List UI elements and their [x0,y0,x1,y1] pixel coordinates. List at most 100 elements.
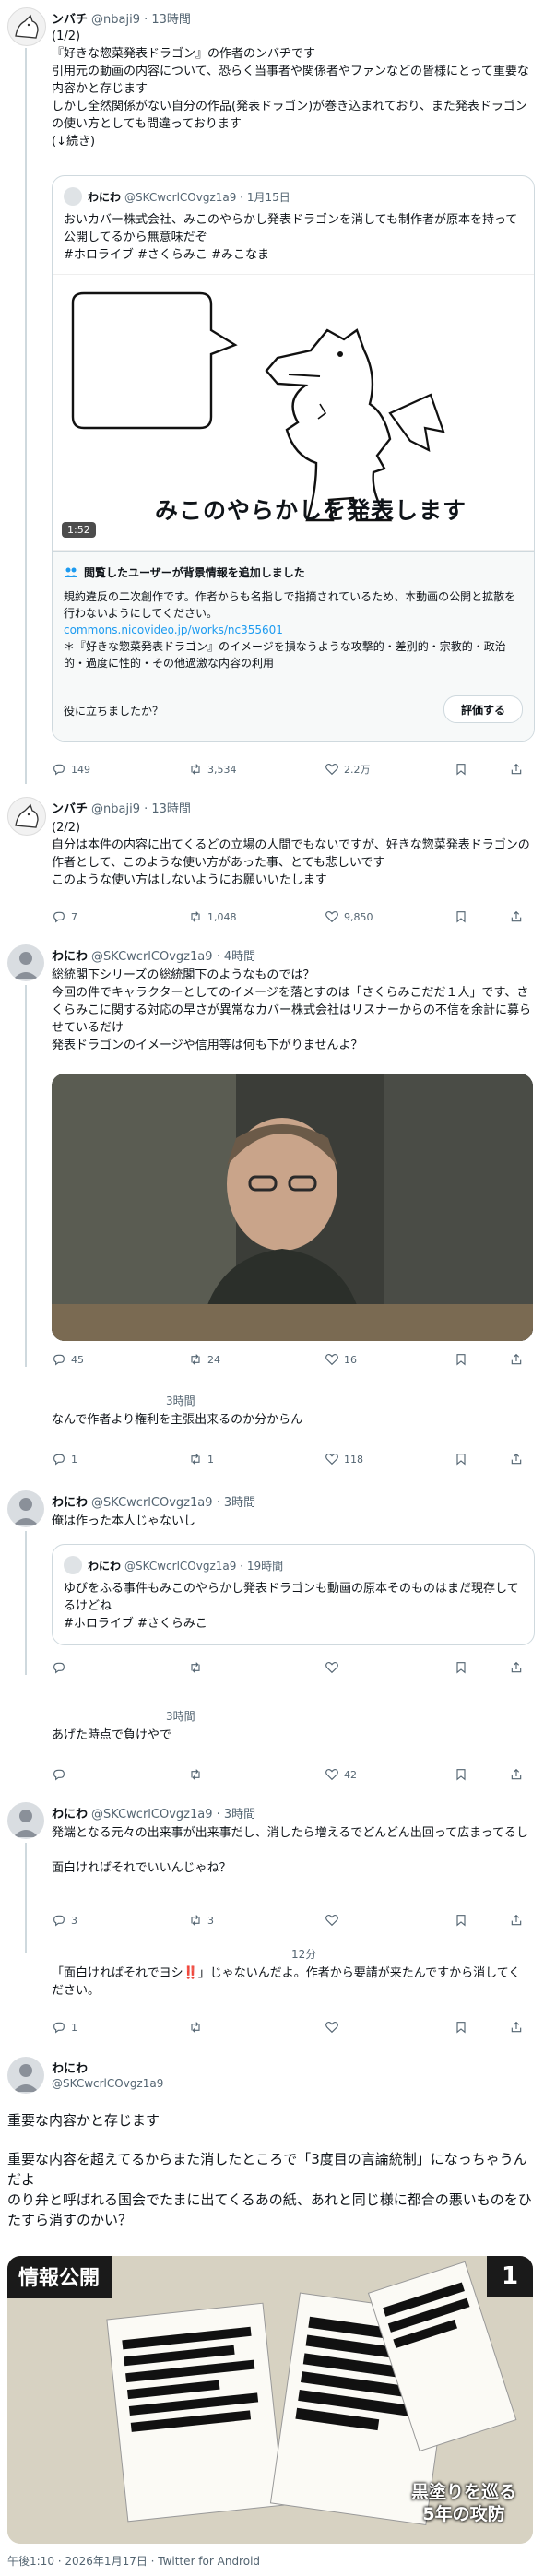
bookmark-button[interactable] [454,2020,468,2035]
dragon-avatar-icon [15,14,39,39]
quote-text: おいカバー株式会社、みこのやらかし発表ドラゴンを消しても制作者が原本を持って公開… [64,213,518,262]
retweet-icon [191,1769,200,1780]
tweet-photo[interactable] [52,1074,533,1341]
like-count: 2.2万 [344,764,371,776]
share-button[interactable] [509,1352,524,1367]
quoted-tweet[interactable]: わにわ @SKCwcrlCOvgz1a9 · 19時間 ゆびをふる事件もみこのやら… [52,1544,535,1645]
share-icon [511,1914,522,1926]
author-name[interactable]: わにわ [52,1496,88,1510]
reply-button[interactable]: 3 [52,1913,77,1928]
bookmark-button[interactable] [454,1767,468,1782]
like-button[interactable]: 16 [325,1352,357,1367]
like-button[interactable]: 9,850 [325,909,373,924]
photo-caption-line: 5年の攻防 [422,2504,505,2524]
bookmark-button[interactable] [454,909,468,924]
retweet-count: 1 [207,1453,214,1466]
avatar[interactable] [7,1802,44,1839]
avatar[interactable] [7,797,46,836]
info-badge: 情報公開 [7,2256,113,2298]
tweet-time[interactable]: 3時間 [166,1708,195,1724]
heart-icon [325,1915,338,1927]
avatar[interactable] [7,1490,44,1527]
heart-icon [325,1454,338,1466]
tweet-time[interactable]: 12分 [291,1946,316,1962]
like-button[interactable]: 118 [325,1452,363,1466]
bookmark-button[interactable] [454,1913,468,1928]
rate-button[interactable]: 評価する [443,695,523,723]
like-button[interactable] [325,2020,344,2035]
reply-button[interactable]: 7 [52,909,77,924]
author-handle-time[interactable]: @SKCwcrlCOvgz1a9 · 4時間 [91,950,255,964]
like-button[interactable] [325,1660,344,1675]
quote-author-name: わにわ [88,191,122,204]
share-button[interactable] [509,909,524,924]
bookmark-button[interactable] [454,1660,468,1675]
avatar[interactable] [7,944,44,981]
quote-handle-time: @SKCwcrlCOvgz1a9 · 19時間 [124,1560,284,1573]
author-handle-time[interactable]: @SKCwcrlCOvgz1a9 · 3時間 [91,1808,255,1822]
tweet-timestamp-footer[interactable]: 午後1:10 · 2026年1月17日 · Twitter for Androi… [7,2553,260,2569]
retweet-button[interactable] [188,1660,207,1675]
reply-icon [53,764,65,776]
avatar[interactable] [7,7,46,46]
photo-caption-line: 黒塗りを巡る [410,2482,516,2502]
reply-icon [53,1769,65,1781]
author-name[interactable]: わにわ [52,1808,88,1822]
tweet-header: わにわ @SKCwcrlCOvgz1a9 · 4時間 [52,946,255,964]
quote-handle-time: @SKCwcrlCOvgz1a9 · 1月15日 [124,191,290,204]
thread-page: ンバチ @nbaji9 · 13時間 (1/2) 『好きな惣菜発表ドラゴン』の作者… [0,0,544,2576]
like-count: 16 [344,1353,357,1366]
note-link[interactable]: commons.nicovideo.jp/works/nc355601 [64,622,523,638]
share-button[interactable] [509,1767,524,1782]
bookmark-button[interactable] [454,1352,468,1367]
author-name[interactable]: わにわ [52,950,88,964]
reply-button[interactable]: 1 [52,1452,77,1466]
quote-header: わにわ @SKCwcrlCOvgz1a9 · 1月15日 [88,189,290,205]
retweet-button[interactable]: 1,048 [188,909,237,924]
reply-button[interactable]: 45 [52,1352,84,1367]
author-handle-time[interactable]: @nbaji9 · 13時間 [91,13,191,27]
video-player[interactable]: 1:52 みこのやらかしを発表します [53,274,534,551]
tweet-text: 発端となる元々の出来事が出来事だし、消したら増えるでどんどん出回って広まってるし… [52,1826,529,1875]
retweet-button[interactable]: 3 [188,1913,214,1928]
bookmark-icon [456,764,466,776]
retweet-count: 3,534 [207,763,237,776]
reply-button[interactable]: 1 [52,2020,77,2035]
author-name[interactable]: ンバチ [52,802,88,816]
share-icon [511,1768,522,1780]
tweet-actions: 1 1 118 [52,1452,531,1468]
author-name[interactable]: ンバチ [52,13,88,27]
tweet-actions: 42 [52,1767,531,1784]
share-button[interactable] [509,762,524,777]
tweet-time[interactable]: 3時間 [166,1393,195,1408]
tweet-photo[interactable]: 情報公開 1 黒塗りを巡る 5年の攻防 [7,2256,533,2544]
share-button[interactable] [509,2020,524,2035]
tweet-actions: 45 24 16 [52,1352,531,1369]
like-button[interactable]: 2.2万 [325,762,371,777]
author-handle-time[interactable]: @SKCwcrlCOvgz1a9 · 3時間 [91,1496,255,1510]
author-handle-time[interactable]: @nbaji9 · 13時間 [91,802,191,816]
retweet-button[interactable]: 1 [188,1452,214,1466]
author-handle[interactable]: @SKCwcrlCOvgz1a9 [52,2077,163,2090]
retweet-button[interactable] [188,2020,207,2035]
bookmark-button[interactable] [454,762,468,777]
like-button[interactable]: 42 [325,1767,357,1782]
like-count: 9,850 [344,910,373,923]
like-button[interactable] [325,1913,344,1928]
bookmark-button[interactable] [454,1452,468,1466]
share-button[interactable] [509,1452,524,1466]
reply-icon [53,911,65,923]
reply-button[interactable] [52,1660,71,1675]
retweet-button[interactable]: 3,534 [188,762,237,777]
share-button[interactable] [509,1660,524,1675]
note-body-2: ＊『好きな惣菜発表ドラゴン』のイメージを損なうような攻撃的・差別的・宗教的・政治… [64,640,506,670]
reply-icon [53,2022,65,2034]
quoted-tweet[interactable]: わにわ @SKCwcrlCOvgz1a9 · 1月15日 おいカバー株式会社、みこ… [52,175,535,742]
retweet-button[interactable] [188,1767,207,1782]
share-button[interactable] [509,1913,524,1928]
reply-button[interactable] [52,1767,71,1782]
reply-button[interactable]: 149 [52,762,90,777]
retweet-button[interactable]: 24 [188,1352,220,1367]
avatar[interactable] [7,2057,44,2094]
author-name[interactable]: わにわ [52,2059,88,2076]
